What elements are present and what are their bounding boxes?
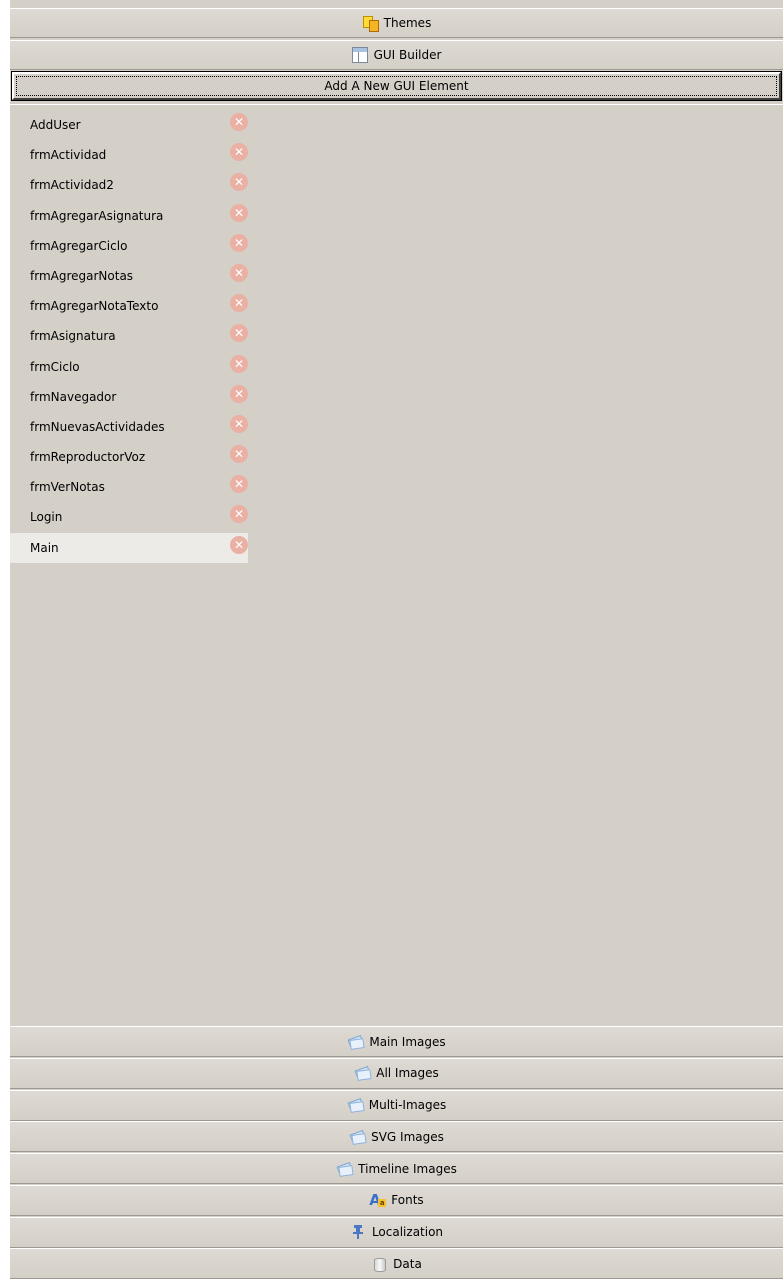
gui-element-name: frmReproductorVoz xyxy=(30,450,146,465)
delete-icon[interactable]: ✕ xyxy=(230,263,248,282)
gui-element-row[interactable]: frmVerNotas ✕ xyxy=(10,472,248,502)
gui-element-name: frmVerNotas xyxy=(30,480,105,495)
svg-images-section-label: SVG Images xyxy=(371,1129,444,1144)
delete-icon[interactable]: ✕ xyxy=(230,203,248,222)
gui-element-name: frmAgregarAsignatura xyxy=(30,208,164,223)
gui-element-name: Main xyxy=(30,540,59,555)
main-images-section-label: Main Images xyxy=(369,1034,446,1049)
gui-element-name: frmAsignatura xyxy=(30,329,116,344)
delete-icon[interactable]: ✕ xyxy=(230,505,248,524)
gui-element-name: frmNuevasActividades xyxy=(30,419,165,434)
gui-element-name: frmActividad xyxy=(30,148,107,163)
gui-element-row[interactable]: frmAgregarCiclo ✕ xyxy=(10,231,248,261)
delete-icon[interactable]: ✕ xyxy=(230,445,248,464)
images-icon xyxy=(336,1161,354,1177)
data-section-label: Data xyxy=(393,1256,422,1271)
timeline-images-section-label: Timeline Images xyxy=(358,1161,457,1176)
delete-icon[interactable]: ✕ xyxy=(230,384,248,403)
delete-icon[interactable]: ✕ xyxy=(230,324,248,343)
delete-icon[interactable]: ✕ xyxy=(230,143,248,162)
gui-builder-icon xyxy=(351,47,368,63)
gui-element-name: Login xyxy=(30,510,63,525)
multi-images-section-header[interactable]: Multi-Images xyxy=(10,1089,783,1121)
gui-element-row[interactable]: AddUser ✕ xyxy=(10,110,248,140)
delete-icon[interactable]: ✕ xyxy=(230,414,248,433)
gui-builder-section-label: GUI Builder xyxy=(373,48,442,62)
all-images-section-label: All Images xyxy=(376,1066,439,1081)
localization-section-label: Localization xyxy=(371,1225,444,1239)
gui-builder-section-header[interactable]: GUI Builder xyxy=(10,40,783,70)
gui-element-row[interactable]: frmReproductorVoz ✕ xyxy=(10,442,248,472)
delete-icon[interactable]: ✕ xyxy=(230,294,248,313)
gui-element-row[interactable]: frmNuevasActividades ✕ xyxy=(10,412,248,442)
delete-icon[interactable]: ✕ xyxy=(230,354,248,373)
gui-element-name: frmNavegador xyxy=(30,389,117,404)
gui-element-name: frmAgregarNotaTexto xyxy=(30,299,159,314)
all-images-section-header[interactable]: All Images xyxy=(10,1057,783,1089)
delete-icon[interactable]: ✕ xyxy=(230,233,248,252)
themes-icon xyxy=(362,15,379,32)
delete-icon[interactable]: ✕ xyxy=(230,173,248,192)
gui-element-list: AddUser ✕ frmActividad ✕ frmActividad2 ✕ frmAg… xyxy=(10,110,248,563)
delete-icon[interactable]: ✕ xyxy=(230,535,248,554)
svg-images-section-header[interactable]: SVG Images xyxy=(10,1121,783,1153)
gui-element-name: frmCiclo xyxy=(30,359,80,374)
delete-icon[interactable]: ✕ xyxy=(230,475,248,494)
multi-images-section-label: Multi-Images xyxy=(368,1098,447,1112)
gui-element-row[interactable]: frmAgregarAsignatura ✕ xyxy=(10,201,248,231)
gui-element-row[interactable]: frmActividad ✕ xyxy=(10,140,248,170)
gui-element-row[interactable]: frmAgregarNotaTexto ✕ xyxy=(10,291,248,321)
images-icon xyxy=(349,1129,367,1145)
themes-section-header[interactable]: Themes xyxy=(10,8,783,38)
main-images-section-header[interactable]: Main Images xyxy=(10,1026,783,1057)
gui-element-row[interactable]: frmNavegador ✕ xyxy=(10,382,248,412)
pin-icon xyxy=(350,1224,366,1240)
data-section-header[interactable]: Data xyxy=(10,1248,783,1279)
data-icon xyxy=(371,1256,387,1272)
add-gui-element-button[interactable]: Add A New GUI Element xyxy=(11,71,782,101)
gui-element-row[interactable]: frmActividad2 ✕ xyxy=(10,170,248,200)
timeline-images-section-header[interactable]: Timeline Images xyxy=(10,1153,783,1184)
themes-section-label: Themes xyxy=(383,16,432,30)
focus-outline xyxy=(16,76,777,96)
fonts-section-header[interactable]: Aa Fonts xyxy=(10,1184,783,1216)
gui-element-name: frmAgregarCiclo xyxy=(30,238,128,253)
images-icon xyxy=(347,1097,365,1114)
gui-element-row[interactable]: frmAgregarNotas ✕ xyxy=(10,261,248,291)
delete-icon[interactable]: ✕ xyxy=(230,113,248,131)
fonts-section-label: Fonts xyxy=(391,1193,424,1208)
gui-element-row[interactable]: Login ✕ xyxy=(10,502,248,532)
localization-section-header[interactable]: Localization xyxy=(10,1216,783,1248)
images-icon xyxy=(354,1065,372,1082)
gui-element-name: frmAgregarNotas xyxy=(30,268,134,283)
gui-element-row[interactable]: frmAsignatura ✕ xyxy=(10,321,248,351)
gui-element-row[interactable]: frmCiclo ✕ xyxy=(10,352,248,382)
images-icon xyxy=(347,1034,365,1050)
gui-element-name: frmActividad2 xyxy=(30,178,114,193)
gui-element-row[interactable]: Main ✕ xyxy=(10,532,248,563)
gui-element-name: AddUser xyxy=(30,118,81,132)
fonts-icon: Aa xyxy=(369,1191,387,1210)
